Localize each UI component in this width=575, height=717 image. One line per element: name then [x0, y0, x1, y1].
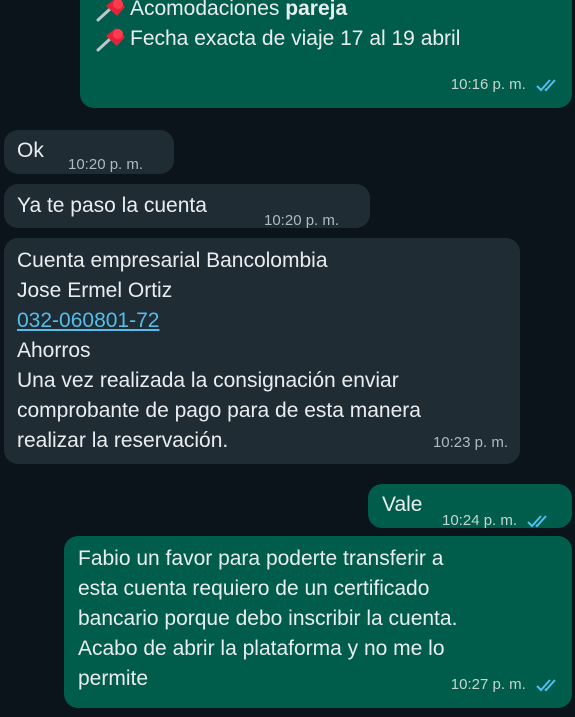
- message-bubble-incoming[interactable]: Ok 10:20 p. m.: [4, 130, 174, 174]
- message-text: Fabio un favor para poderte transferir a: [78, 547, 444, 570]
- message-bubble-incoming[interactable]: Cuenta empresarial Bancolombia Jose Erme…: [4, 238, 520, 464]
- message-text: Vale: [382, 493, 423, 516]
- message-timestamp: 10:20 p. m.: [264, 212, 340, 229]
- message-timestamp: 10:20 p. m.: [68, 156, 144, 173]
- pushpin-icon: [96, 0, 125, 22]
- message-text: Cuenta empresarial Bancolombia: [17, 249, 328, 272]
- double-check-icon: [527, 515, 547, 528]
- message-text: realizar la reservación.: [17, 429, 229, 452]
- message-text: comprobante de pago para de esta manera: [17, 399, 421, 422]
- message-timestamp: 10:23 p. m.: [432, 434, 508, 451]
- message-timestamp: 10:16 p. m.: [451, 70, 562, 100]
- message-text: esta cuenta requiero de un certificado: [78, 577, 430, 600]
- message-text: permite: [78, 667, 149, 690]
- message-timestamp: 10:27 p. m.: [451, 670, 562, 700]
- message-bubble-incoming[interactable]: Ya te paso la cuenta 10:20 p. m.: [4, 184, 370, 229]
- message-text: Ahorros: [17, 339, 91, 362]
- double-check-icon: [536, 679, 556, 692]
- double-check-icon: [536, 79, 556, 92]
- account-number-link[interactable]: 032-060801-72: [17, 306, 421, 336]
- message-timestamp: 10:24 p. m.: [442, 506, 553, 536]
- message-text: Ya te paso la cuenta: [17, 194, 207, 217]
- message-bubble-outgoing[interactable]: Acomodaciones pareja Fecha exacta de via…: [80, 0, 572, 108]
- message-text: Fecha exacta de viaje 17 al 19 abril: [94, 24, 460, 54]
- message-bubble-outgoing[interactable]: Vale 10:24 p. m.: [368, 484, 572, 529]
- message-text: Una vez realizada la consignación enviar: [17, 369, 399, 392]
- message-bubble-outgoing[interactable]: Fabio un favor para poderte transferir a…: [64, 536, 572, 708]
- message-text: Ok: [17, 139, 44, 162]
- message-text: Acabo de abrir la plataforma y no me lo: [78, 637, 445, 660]
- message-text: Jose Ermel Ortiz: [17, 279, 173, 302]
- message-text: bancario porque debo inscribir la cuenta…: [78, 607, 458, 630]
- pushpin-icon: [96, 28, 125, 52]
- message-text: Acomodaciones pareja: [94, 0, 460, 24]
